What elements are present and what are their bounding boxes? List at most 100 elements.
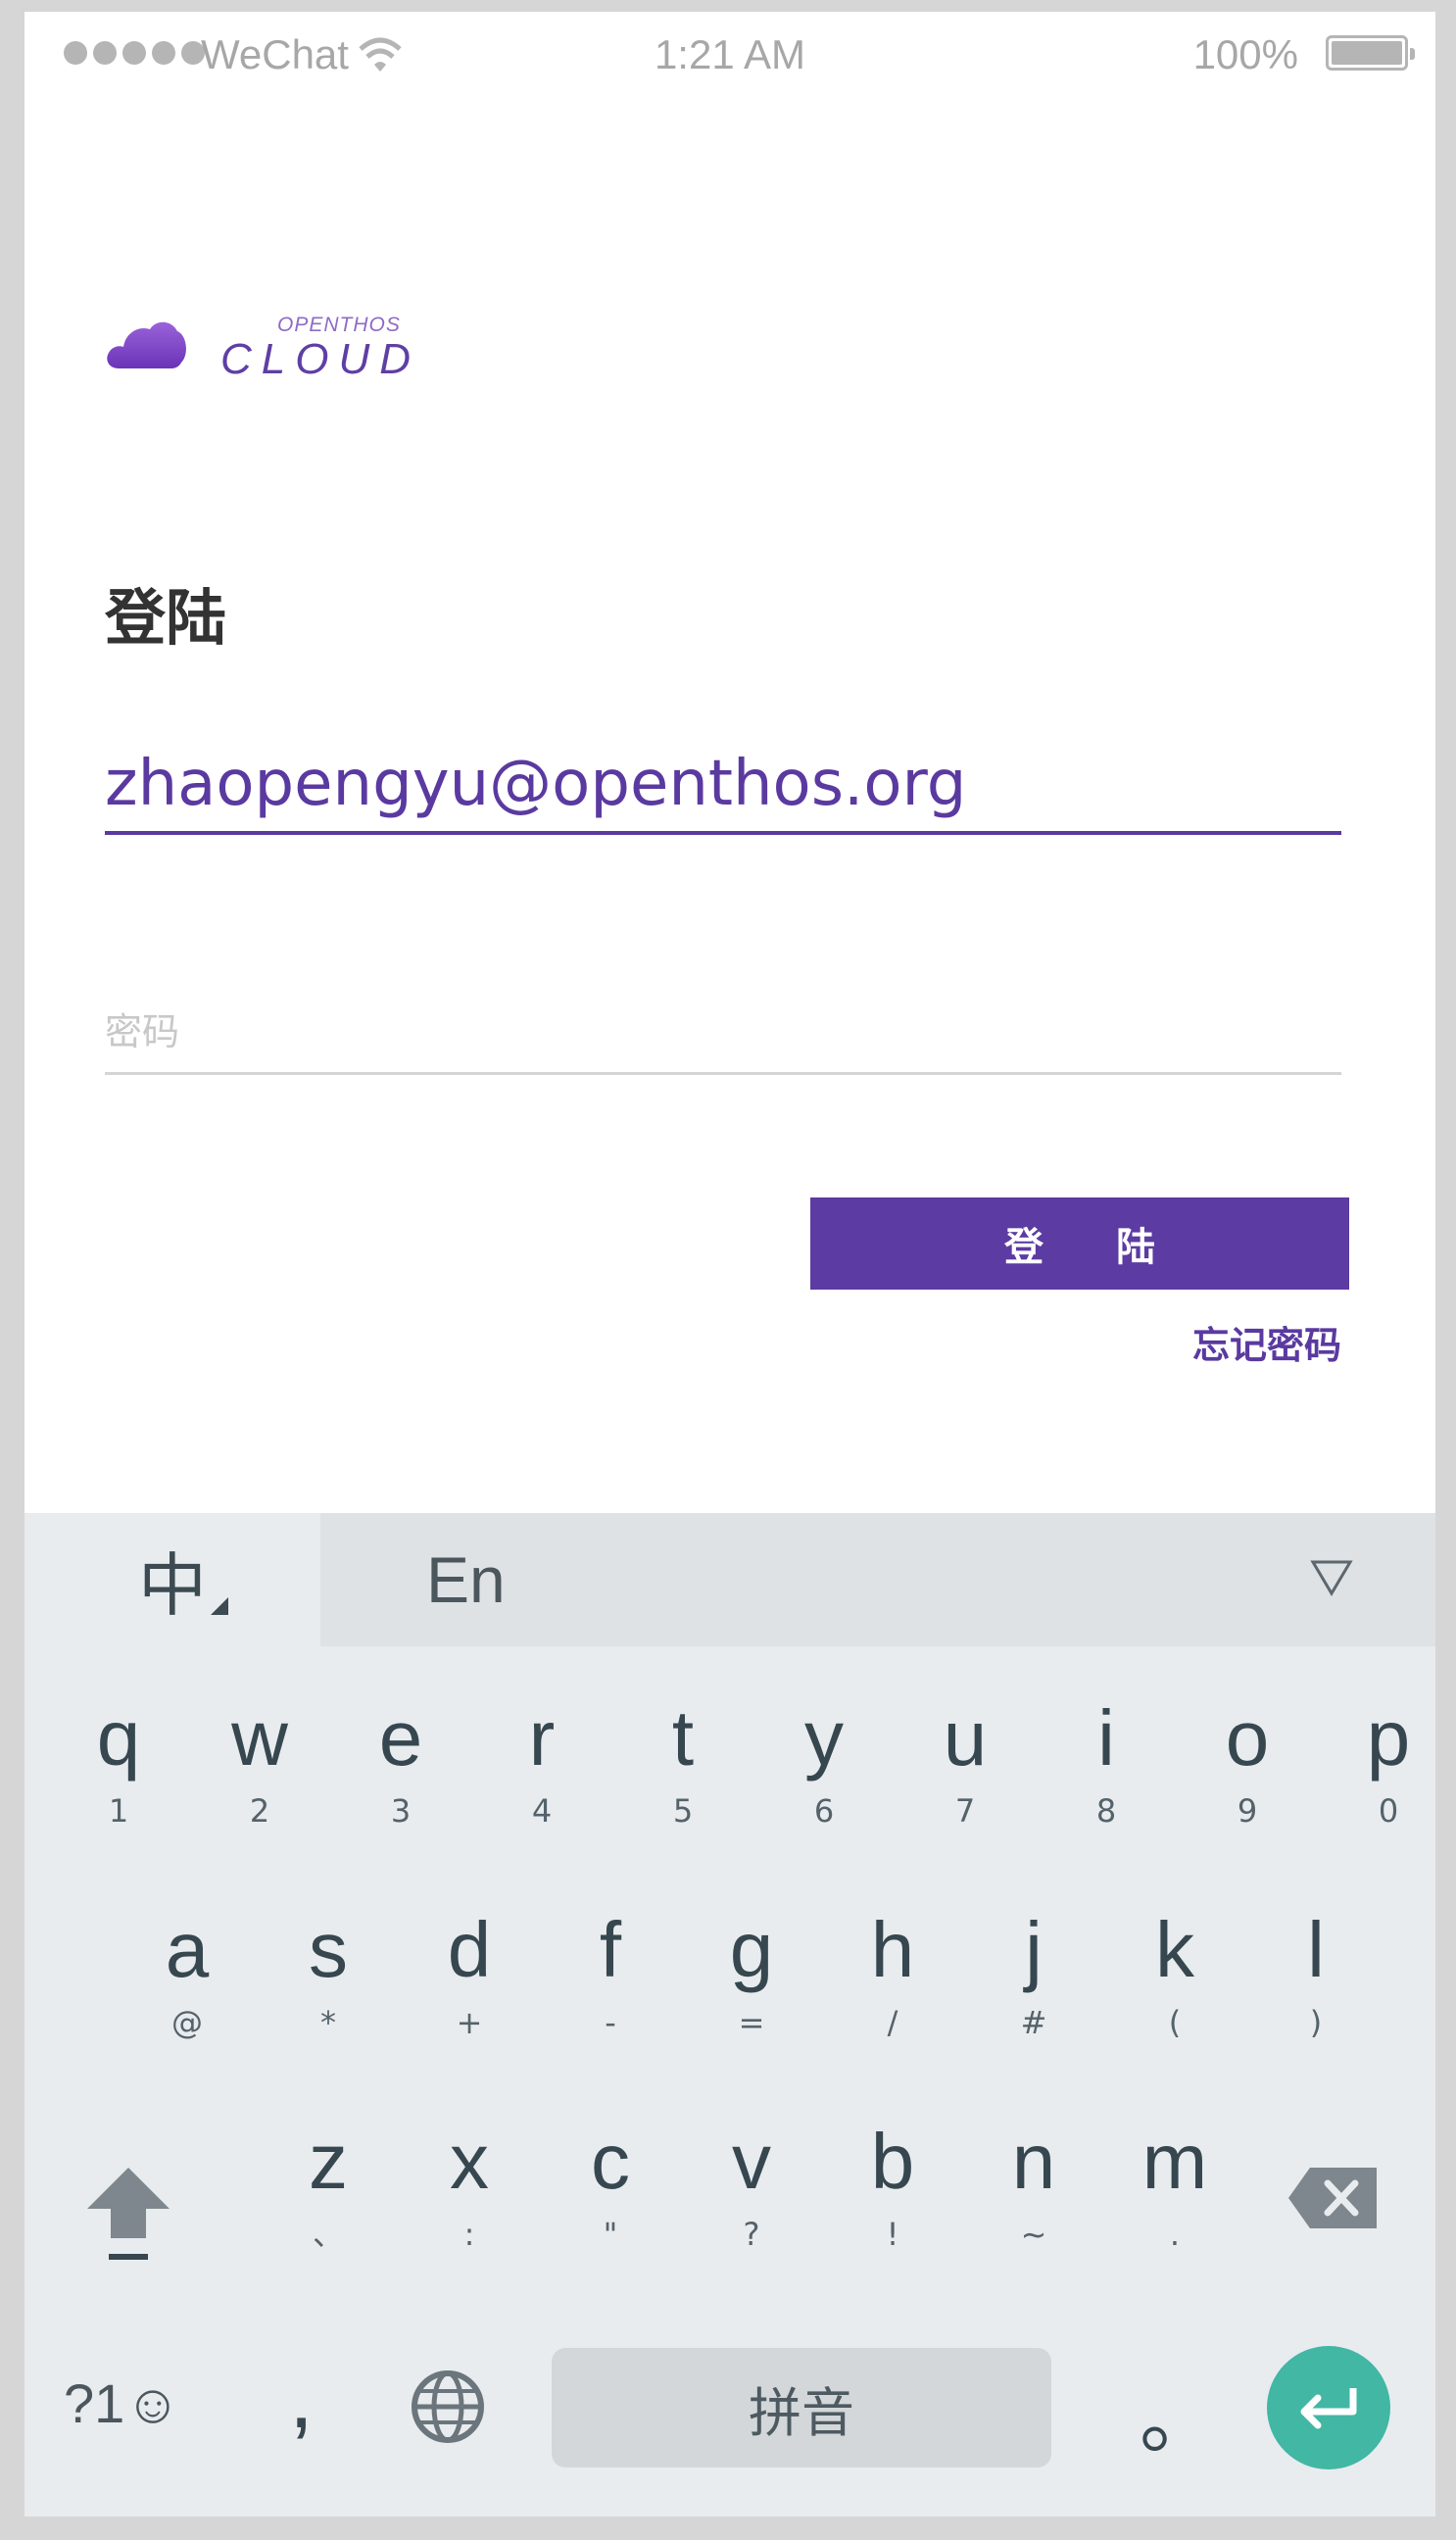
key-secondary: . — [1169, 2216, 1181, 2253]
key-letter: l — [1307, 1906, 1325, 1993]
key-i[interactable]: i8 — [1038, 1691, 1175, 1887]
comma-key[interactable]: , — [289, 2348, 314, 2449]
key-w[interactable]: w2 — [191, 1691, 328, 1887]
shift-arrow-icon — [87, 2168, 170, 2238]
space-key[interactable]: 拼音 — [552, 2348, 1051, 2467]
shift-key[interactable] — [79, 2160, 177, 2268]
english-mode-tab[interactable]: En — [426, 1542, 506, 1617]
key-e[interactable]: e3 — [332, 1691, 469, 1887]
key-secondary: : — [463, 2216, 475, 2253]
cloud-logo-icon — [107, 321, 186, 368]
key-f[interactable]: f- — [542, 1903, 679, 2099]
key-z[interactable]: z、 — [260, 2115, 397, 2311]
key-letter: p — [1366, 1694, 1411, 1782]
key-secondary: 、 — [312, 2216, 344, 2253]
key-l[interactable]: l) — [1247, 1903, 1384, 2099]
phone-screen: WeChat 1:21 AM 100% OPENTHOS CLOUD 登陆 登 … — [24, 12, 1435, 2516]
key-secondary: # — [1020, 2004, 1047, 2041]
key-secondary: 8 — [1095, 1792, 1117, 1830]
key-letter: j — [1025, 1906, 1043, 1993]
chinese-mode-label: 中 — [138, 1544, 207, 1626]
key-secondary: 2 — [249, 1792, 270, 1830]
key-secondary: 4 — [531, 1792, 553, 1830]
key-o[interactable]: o9 — [1179, 1691, 1316, 1887]
key-letter: k — [1155, 1906, 1194, 1993]
key-letter: m — [1141, 2118, 1208, 2205]
forgot-password-link[interactable]: 忘记密码 — [1192, 1315, 1341, 1369]
status-bar: WeChat 1:21 AM 100% — [24, 12, 1435, 90]
brand-small-text: OPENTHOS — [277, 314, 401, 336]
key-letter: u — [943, 1694, 988, 1782]
key-secondary: / — [887, 2004, 898, 2041]
corner-triangle-icon — [211, 1597, 228, 1615]
enter-key[interactable] — [1267, 2346, 1390, 2469]
key-letter: b — [870, 2118, 915, 2205]
key-g[interactable]: g = — [683, 1903, 820, 2099]
key-secondary: - — [605, 2004, 616, 2041]
key-u[interactable]: u7 — [897, 1691, 1034, 1887]
key-secondary: ) — [1309, 2004, 1323, 2041]
key-letter: y — [804, 1694, 844, 1782]
triangle-down-icon[interactable] — [1310, 1558, 1353, 1597]
key-q[interactable]: q1 — [50, 1691, 187, 1887]
key-secondary: + — [456, 2004, 483, 2041]
enter-arrow-icon — [1300, 2387, 1357, 2428]
key-a[interactable]: a @ — [119, 1903, 256, 2099]
backspace-icon — [1288, 2168, 1377, 2228]
key-n[interactable]: n ~ — [965, 2115, 1102, 2311]
symbols-key[interactable]: ?1☺ — [64, 2371, 180, 2435]
key-letter: w — [231, 1694, 288, 1782]
key-p[interactable]: p0 — [1320, 1691, 1435, 1887]
backspace-key[interactable] — [1286, 2164, 1381, 2232]
key-secondary: 3 — [390, 1792, 412, 1830]
key-letter: q — [96, 1694, 141, 1782]
key-secondary: ! — [886, 2216, 899, 2253]
battery-percent: 100% — [1192, 31, 1298, 77]
key-y[interactable]: y6 — [755, 1691, 893, 1887]
login-button[interactable]: 登 陆 — [810, 1197, 1349, 1290]
key-secondary: ( — [1168, 2004, 1182, 2041]
key-letter: t — [671, 1694, 695, 1782]
key-secondary: 7 — [954, 1792, 976, 1830]
key-secondary: " — [603, 2216, 618, 2253]
key-letter: a — [165, 1906, 210, 1993]
key-x[interactable]: x: — [401, 2115, 538, 2311]
key-secondary: 1 — [108, 1792, 129, 1830]
key-letter: h — [870, 1906, 915, 1993]
globe-icon[interactable] — [409, 2368, 487, 2446]
chinese-mode-tab[interactable]: 中 — [24, 1513, 320, 1646]
key-letter: f — [599, 1906, 622, 1993]
key-secondary: @ — [171, 2004, 203, 2041]
key-secondary: 5 — [672, 1792, 694, 1830]
key-c[interactable]: c " — [542, 2115, 679, 2311]
key-letter: i — [1097, 1694, 1115, 1782]
key-h[interactable]: h / — [824, 1903, 961, 2099]
key-letter: z — [309, 2118, 348, 2205]
key-b[interactable]: b! — [824, 2115, 961, 2311]
key-s[interactable]: s * — [260, 1903, 397, 2099]
key-m[interactable]: m. — [1106, 2115, 1243, 2311]
page-title: 登陆 — [105, 582, 227, 654]
key-k[interactable]: k( — [1106, 1903, 1243, 2099]
email-field[interactable] — [105, 737, 1341, 835]
key-letter: v — [732, 2118, 771, 2205]
key-letter: c — [591, 2118, 630, 2205]
battery-icon — [1326, 35, 1415, 71]
password-field[interactable] — [105, 992, 1341, 1075]
key-letter: g — [729, 1906, 774, 1993]
openthos-cloud-logo: OPENTHOS CLOUD — [105, 306, 438, 384]
brand-big-text: CLOUD — [220, 335, 421, 383]
key-r[interactable]: r4 — [473, 1691, 610, 1887]
key-t[interactable]: t5 — [614, 1691, 752, 1887]
key-letter: r — [528, 1694, 556, 1782]
key-letter: s — [309, 1906, 348, 1993]
key-secondary: ? — [743, 2216, 760, 2253]
key-j[interactable]: j # — [965, 1903, 1102, 2099]
key-v[interactable]: v? — [683, 2115, 820, 2311]
key-secondary: * — [320, 2004, 336, 2041]
key-secondary: 0 — [1378, 1792, 1399, 1830]
period-key[interactable]: 。 — [1140, 2356, 1218, 2469]
keyboard-toolbar: 中 En — [24, 1513, 1435, 1646]
key-letter: x — [450, 2118, 489, 2205]
key-d[interactable]: d + — [401, 1903, 538, 2099]
